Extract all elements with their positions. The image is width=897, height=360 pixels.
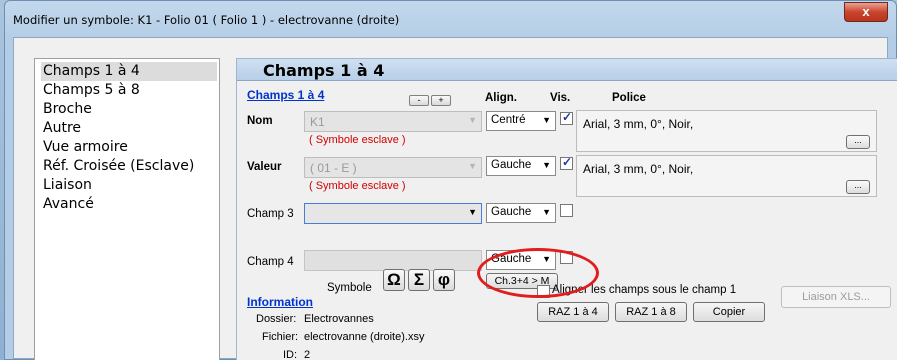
nav-item-ref-croisee[interactable]: Réf. Croisée (Esclave)	[41, 157, 217, 176]
champ3-align-value: Gauche	[491, 206, 532, 218]
nav-item-champs-5-8[interactable]: Champs 5 à 8	[41, 81, 217, 100]
information-link[interactable]: Information	[247, 295, 313, 309]
fichier-label: Fichier:	[262, 331, 299, 343]
dossier-label: Dossier:	[256, 313, 297, 325]
champ3-align-select[interactable]: Gauche ▼	[486, 203, 556, 223]
nom-police-dots-button[interactable]: ...	[846, 135, 870, 149]
copier-button[interactable]: Copier	[693, 302, 765, 322]
nav-item-autre[interactable]: Autre	[41, 119, 217, 138]
vis-column-header: Vis.	[550, 92, 571, 104]
chevron-down-icon: ▼	[542, 207, 551, 217]
panel-title: Champs 1 à 4	[263, 61, 385, 80]
nom-police-text: Arial, 3 mm, 0°, Noir,	[583, 117, 694, 131]
liaison-xls-button[interactable]: Liaison XLS...	[781, 286, 891, 308]
id-value: 2	[304, 349, 311, 360]
valeur-police-box: Arial, 3 mm, 0°, Noir, ...	[576, 155, 877, 197]
phi-symbol-button[interactable]: φ	[433, 269, 455, 291]
raz-1-8-button[interactable]: RAZ 1 à 8	[615, 302, 687, 322]
champ3-visible-checkbox[interactable]	[560, 204, 573, 217]
valeur-align-value: Gauche	[491, 159, 532, 171]
nom-align-value: Centré	[491, 114, 526, 126]
champ3-combo[interactable]: ▼	[304, 203, 482, 224]
nom-slave-note: ( Symbole esclave )	[309, 134, 406, 146]
valeur-slave-note: ( Symbole esclave )	[309, 180, 406, 192]
align-column-header: Align.	[485, 92, 517, 104]
police-column-header: Police	[612, 92, 646, 104]
valeur-police-dots-button[interactable]: ...	[846, 180, 870, 194]
raz-1-4-button[interactable]: RAZ 1 à 4	[537, 302, 609, 322]
nom-combo[interactable]: K1 ▼	[304, 111, 482, 132]
nom-visible-checkbox[interactable]	[560, 110, 573, 125]
valeur-police-text: Arial, 3 mm, 0°, Noir,	[583, 162, 694, 176]
valeur-combo[interactable]: ( 01 - E ) ▼	[304, 157, 482, 178]
dossier-value: Electrovannes	[304, 313, 374, 325]
fichier-value: electrovanne (droite).xsy	[304, 331, 425, 343]
valeur-value: ( 01 - E )	[310, 161, 357, 175]
dialog-window: Modifier un symbole: K1 - Folio 01 ( Fol…	[4, 0, 897, 360]
sigma-symbol-button[interactable]: Σ	[408, 269, 430, 291]
valeur-label: Valeur	[247, 161, 282, 173]
chevron-down-icon: ▼	[468, 161, 477, 171]
valeur-visible-checkbox[interactable]	[560, 155, 573, 170]
category-list[interactable]: Champs 1 à 4 Champs 5 à 8 Broche Autre V…	[34, 58, 220, 360]
nom-label: Nom	[247, 115, 273, 127]
nav-item-broche[interactable]: Broche	[41, 100, 217, 119]
nav-item-champs-1-4[interactable]: Champs 1 à 4	[41, 62, 217, 81]
symbole-label: Symbole	[327, 282, 372, 294]
nav-item-liaison[interactable]: Liaison	[41, 176, 217, 195]
annotation-ellipse	[477, 248, 599, 298]
chevron-down-icon: ▼	[468, 207, 477, 217]
chevron-down-icon: ▼	[542, 115, 551, 125]
valeur-align-select[interactable]: Gauche ▼	[486, 156, 556, 176]
champ4-field[interactable]	[304, 250, 482, 271]
nav-item-vue-armoire[interactable]: Vue armoire	[41, 138, 217, 157]
dialog-client-area: Champs 1 à 4 Champs 5 à 8 Broche Autre V…	[13, 37, 897, 360]
minus-button[interactable]: -	[409, 95, 429, 106]
nav-item-avance[interactable]: Avancé	[41, 195, 217, 214]
omega-symbol-button[interactable]: Ω	[383, 269, 405, 291]
title-bar[interactable]: Modifier un symbole: K1 - Folio 01 ( Fol…	[5, 1, 896, 37]
plus-button[interactable]: +	[431, 95, 451, 106]
panel-header: Champs 1 à 4	[237, 59, 897, 81]
champ3-label: Champ 3	[247, 208, 294, 220]
id-label: ID:	[283, 349, 298, 360]
champ4-label: Champ 4	[247, 256, 294, 268]
nom-police-box: Arial, 3 mm, 0°, Noir, ...	[576, 110, 877, 152]
chevron-down-icon: ▼	[468, 115, 477, 125]
chevron-down-icon: ▼	[542, 160, 551, 170]
fields-panel: Champs 1 à 4 Champs 1 à 4 - + Align. Vis…	[236, 58, 897, 360]
nom-value: K1	[310, 115, 325, 129]
close-button[interactable]: x	[844, 2, 888, 22]
nom-align-select[interactable]: Centré ▼	[486, 111, 556, 131]
champs-link[interactable]: Champs 1 à 4	[247, 88, 324, 102]
window-title: Modifier un symbole: K1 - Folio 01 ( Fol…	[13, 13, 400, 27]
